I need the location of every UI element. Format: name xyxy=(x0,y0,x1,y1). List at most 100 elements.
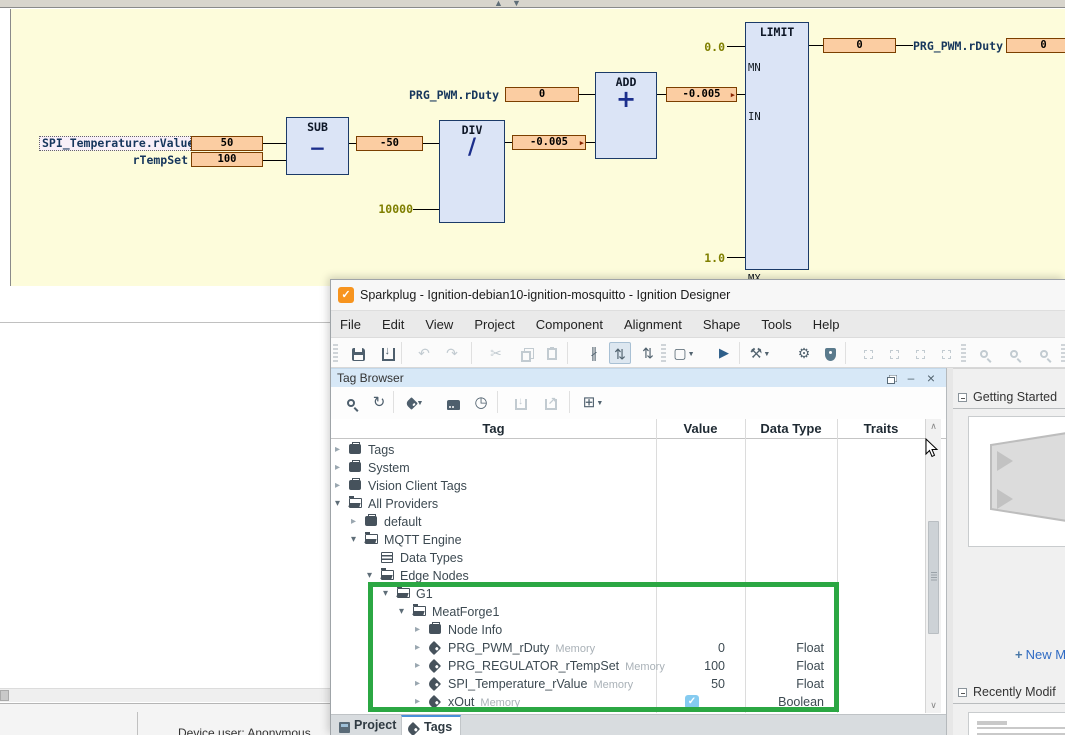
toolbar-grip[interactable] xyxy=(1061,344,1065,362)
column-value[interactable]: Value xyxy=(656,421,745,436)
menu-alignment[interactable]: Alignment xyxy=(624,317,682,332)
history-clock-icon[interactable]: ◷ xyxy=(469,393,493,413)
paste-icon[interactable] xyxy=(541,342,563,364)
vertical-scrollbar[interactable]: ∧ ∨ xyxy=(925,419,941,713)
align-left-icon[interactable] xyxy=(857,342,879,364)
collapse-arrow-icon[interactable]: ▾ xyxy=(351,535,356,545)
fbd-block-add[interactable]: ADD + xyxy=(595,72,657,159)
float-icon[interactable] xyxy=(883,371,899,386)
menu-shape[interactable]: Shape xyxy=(703,317,741,332)
cut-icon[interactable]: ✂ xyxy=(485,342,507,364)
flow-order-alt-icon[interactable]: ⇅ xyxy=(637,342,659,364)
commit-icon[interactable] xyxy=(377,342,399,364)
zoom-reset-icon[interactable] xyxy=(1033,342,1055,364)
fbd-const-10000[interactable]: 10000 xyxy=(376,202,413,216)
fbd-value-pwm-in[interactable]: 0 xyxy=(505,87,579,102)
fbd-var-pwm-rduty-in[interactable]: PRG_PWM.rDuty xyxy=(381,88,499,102)
project-properties-icon[interactable]: ⚙ xyxy=(793,342,815,364)
column-datatype[interactable]: Data Type xyxy=(745,421,837,436)
recently-modified-header[interactable]: Recently Modif xyxy=(958,685,1056,699)
collapse-icon[interactable] xyxy=(958,688,967,697)
column-tag[interactable]: Tag xyxy=(331,421,656,436)
tab-tags[interactable]: Tags xyxy=(401,715,461,735)
align-distribute-icon[interactable] xyxy=(935,342,957,364)
dropdown-caret-icon[interactable]: ▼ xyxy=(763,351,770,358)
table-header[interactable]: Tag Value Data Type Traits xyxy=(331,419,946,439)
expand-arrow-icon[interactable]: ▸ xyxy=(335,445,340,455)
export-icon[interactable] xyxy=(539,393,563,413)
fbd-block-limit[interactable]: LIMIT MN IN MX xyxy=(745,22,809,270)
fbd-value-sub-out[interactable]: -50 xyxy=(356,136,423,151)
fbd-value-limit-out[interactable]: 0 xyxy=(823,38,896,53)
panel-divider[interactable] xyxy=(946,368,953,735)
preview-play-icon[interactable]: ▶ xyxy=(713,342,735,364)
fbd-var-pwm-rduty-out[interactable]: PRG_PWM.rDuty xyxy=(913,39,1003,53)
tree-row-tags[interactable]: ▸Tags xyxy=(331,441,925,459)
align-center-icon[interactable] xyxy=(883,342,905,364)
expand-arrow-icon[interactable]: ▸ xyxy=(335,463,340,473)
fbd-value-div-out[interactable]: -0.005 ▶ xyxy=(512,135,586,150)
getting-started-thumbnail[interactable] xyxy=(968,416,1065,547)
collapse-icon[interactable] xyxy=(958,393,967,402)
column-config-icon[interactable]: ⊞▼ xyxy=(581,393,605,413)
zoom-out-icon[interactable] xyxy=(1003,342,1025,364)
zoom-in-icon[interactable] xyxy=(973,342,995,364)
column-traits[interactable]: Traits xyxy=(837,421,925,436)
fbd-value-spi[interactable]: 50 xyxy=(191,136,263,151)
menu-project[interactable]: Project xyxy=(474,317,514,332)
tree-row-mqtt-engine[interactable]: ▾MQTT Engine xyxy=(331,531,925,549)
fbd-value-add-out[interactable]: -0.005 ▶ xyxy=(666,87,737,102)
dropdown-caret-icon[interactable]: ▼ xyxy=(688,351,695,358)
horizontal-scrollbar[interactable] xyxy=(0,688,332,702)
copy-icon[interactable] xyxy=(515,342,537,364)
fbd-var-rtempset[interactable]: rTempSet xyxy=(101,153,188,167)
add-tag-icon[interactable]: ▼ xyxy=(403,393,427,413)
tree-row-vision-client-tags[interactable]: ▸Vision Client Tags xyxy=(331,477,925,495)
fbd-const-mx[interactable]: 1.0 xyxy=(696,251,725,265)
tools-wrench-icon[interactable]: ⚒▼ xyxy=(749,342,771,364)
snap-guides-icon[interactable]: ∦ xyxy=(583,342,605,364)
tab-project[interactable]: Project xyxy=(337,715,401,735)
new-window-link[interactable]: +New M xyxy=(1015,647,1065,662)
scrollbar-thumb[interactable] xyxy=(928,521,939,634)
fbd-const-mn[interactable]: 0.0 xyxy=(696,40,725,54)
flow-order-icon[interactable]: ⇅ xyxy=(609,342,631,364)
fbd-value-pwm-out[interactable]: 0 xyxy=(1006,38,1065,53)
toolbar-grip[interactable] xyxy=(961,344,966,362)
toolbar-grip[interactable] xyxy=(333,344,338,362)
window-titlebar[interactable]: ✓ Sparkplug - Ignition-debian10-ignition… xyxy=(331,280,1065,310)
menu-file[interactable]: File xyxy=(340,317,361,332)
tree-row-default[interactable]: ▸default xyxy=(331,513,925,531)
tag-browser-titlebar[interactable]: Tag Browser – × xyxy=(331,368,946,387)
menu-tools[interactable]: Tools xyxy=(761,317,791,332)
menu-edit[interactable]: Edit xyxy=(382,317,404,332)
save-icon[interactable] xyxy=(347,342,369,364)
search-icon[interactable] xyxy=(339,393,363,413)
fbd-value-rtempset[interactable]: 100 xyxy=(191,152,263,167)
close-icon[interactable]: × xyxy=(923,371,939,386)
collapse-arrow-icon[interactable]: ▾ xyxy=(335,499,340,509)
collapse-arrow-icon[interactable]: ▾ xyxy=(367,571,372,581)
getting-started-header[interactable]: Getting Started xyxy=(958,390,1057,404)
align-right-icon[interactable] xyxy=(909,342,931,364)
menu-component[interactable]: Component xyxy=(536,317,603,332)
shape-tool-icon[interactable]: ▢▼ xyxy=(673,342,695,364)
recently-modified-thumbnail[interactable] xyxy=(968,712,1065,735)
tree-row-system[interactable]: ▸System xyxy=(331,459,925,477)
security-shield-icon[interactable] xyxy=(819,342,841,364)
minimize-icon[interactable]: – xyxy=(903,371,919,386)
scroll-down-icon[interactable]: ∨ xyxy=(926,700,941,711)
dropdown-caret-icon[interactable]: ▼ xyxy=(596,400,603,407)
fbd-block-sub[interactable]: SUB − xyxy=(286,117,349,175)
tree-row-data-types[interactable]: Data Types xyxy=(331,549,925,567)
fbd-block-div[interactable]: DIV / xyxy=(439,120,505,223)
tree-row-all-providers[interactable]: ▾All Providers xyxy=(331,495,925,513)
menu-view[interactable]: View xyxy=(425,317,453,332)
menu-help[interactable]: Help xyxy=(813,317,840,332)
undo-icon[interactable]: ↶ xyxy=(413,342,435,364)
redo-icon[interactable]: ↷ xyxy=(441,342,463,364)
udt-drive-icon[interactable] xyxy=(441,393,465,413)
refresh-icon[interactable]: ↻ xyxy=(367,393,391,413)
scrollbar-thumb[interactable] xyxy=(0,690,9,701)
toolbar-grip[interactable] xyxy=(661,344,666,362)
